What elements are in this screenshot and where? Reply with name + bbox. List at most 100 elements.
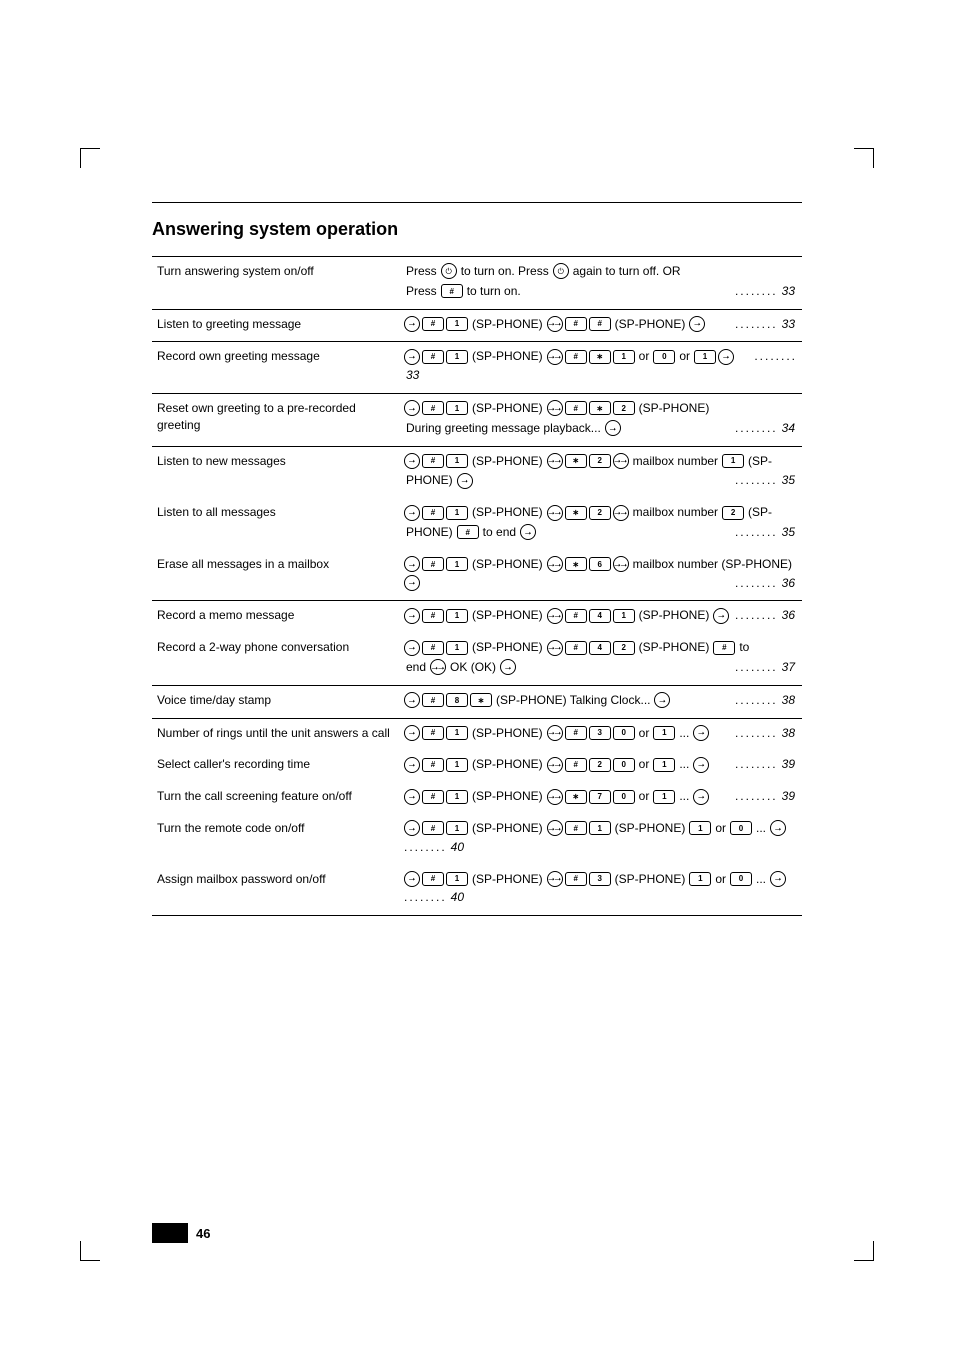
table-row: Reset own greeting to a pre-recorded gre… (152, 393, 802, 446)
key-1-icon: 1 (446, 758, 468, 772)
key-hash-icon: # (565, 758, 587, 772)
sequence-line: PHONE) ⭢........ 35 (404, 472, 797, 489)
text-fragment: (SP- (748, 453, 772, 470)
sequence-line: ⭢#1 (SP-PHONE) ⭢⭢## (SP-PHONE) ⭢........… (404, 316, 797, 333)
text-fragment: mailbox number (633, 504, 718, 521)
row-sequence: ⭢#1 (SP-PHONE) ⭢⭢#20 or 1 ... ⭢........ … (399, 750, 802, 782)
key-1-icon: 1 (694, 350, 716, 364)
key-hash-icon: # (565, 609, 587, 623)
text-fragment: (SP-PHONE) (472, 756, 543, 773)
arrow_r-circle-icon: ⭢ (404, 556, 420, 572)
arrows-circle-icon: ⭢⭢ (430, 659, 446, 675)
page-ref: 39 (782, 756, 795, 773)
crop-mark-top-left (80, 148, 100, 168)
arrow_r-circle-icon: ⭢ (404, 871, 420, 887)
text-fragment: (SP-PHONE) (472, 316, 543, 333)
sequence-line: ⭢#1 (SP-PHONE) ⭢⭢∗6⭢⭢ mailbox number (SP… (404, 556, 797, 592)
page-ref: 40 (451, 839, 464, 856)
arrows-circle-icon: ⭢⭢ (547, 820, 563, 836)
key-4-icon: 4 (589, 609, 611, 623)
table-row: Assign mailbox password on/off⭢#1 (SP-PH… (152, 865, 802, 916)
arrow_r-circle-icon: ⭢ (404, 820, 420, 836)
key-3-icon: 3 (589, 726, 611, 740)
text-fragment: (SP-PHONE) (639, 639, 710, 656)
page-ref: 39 (782, 788, 795, 805)
text-fragment: OK (OK) (450, 659, 496, 676)
page-ref: 33 (782, 283, 795, 300)
key-0-icon: 0 (613, 790, 635, 804)
key-7-icon: 7 (589, 790, 611, 804)
text-fragment: (SP- (748, 504, 772, 521)
sequence-line: ⭢#1 (SP-PHONE) ⭢⭢#20 or 1 ... ⭢........ … (404, 756, 797, 773)
key-hash-icon: # (589, 317, 611, 331)
text-fragment: (SP-PHONE) (472, 639, 543, 656)
key-str-icon: ∗ (589, 350, 611, 364)
page-ref: 35 (782, 524, 795, 541)
header-rule (152, 202, 802, 203)
sequence-line: PHONE) # to end ⭢........ 35 (404, 524, 797, 541)
page-ref-dots: ........ (735, 725, 778, 742)
row-label: Record own greeting message (152, 342, 399, 394)
key-1-icon: 1 (446, 557, 468, 571)
text-fragment: end (406, 659, 426, 676)
row-sequence: ⭢#1 (SP-PHONE) ⭢⭢#∗2 (SP-PHONE)During gr… (399, 393, 802, 446)
row-sequence: Press ⏻ to turn on. Press ⏻ again to tur… (399, 257, 802, 310)
key-str-icon: ∗ (565, 454, 587, 468)
arrow_r-circle-icon: ⭢ (693, 725, 709, 741)
arrows-circle-icon: ⭢⭢ (613, 556, 629, 572)
key-hash-icon: # (422, 758, 444, 772)
arrow_r-circle-icon: ⭢ (404, 316, 420, 332)
row-sequence: ⭢#1 (SP-PHONE) ⭢⭢## (SP-PHONE) ⭢........… (399, 309, 802, 342)
key-2-icon: 2 (722, 506, 744, 520)
text-fragment: PHONE) (406, 472, 453, 489)
arrows-circle-icon: ⭢⭢ (547, 400, 563, 416)
arrow_r-circle-icon: ⭢ (404, 608, 420, 624)
key-str-icon: ∗ (565, 557, 587, 571)
text-fragment: or (715, 871, 726, 888)
sequence-line: ⭢#1 (SP-PHONE) ⭢⭢#41 (SP-PHONE) ⭢.......… (404, 607, 797, 624)
key-hash-icon: # (422, 641, 444, 655)
table-row: Number of rings until the unit answers a… (152, 718, 802, 750)
table-row: Voice time/day stamp⭢#8∗ (SP-PHONE) Talk… (152, 685, 802, 718)
key-hash-icon: # (422, 454, 444, 468)
table-row: Record a 2-way phone conversation⭢#1 (SP… (152, 633, 802, 685)
text-fragment: (SP-PHONE) Talking Clock... (496, 692, 650, 709)
text-fragment: again to turn off. OR (573, 263, 681, 280)
text-fragment: (SP-PHONE) (472, 400, 543, 417)
sequence-line: ⭢#1 (SP-PHONE) ⭢⭢#42 (SP-PHONE) # to (404, 639, 797, 656)
key-1-icon: 1 (589, 821, 611, 835)
arrow_r-circle-icon: ⭢ (770, 871, 786, 887)
page-ref-dots: ........ (735, 316, 778, 333)
arrow_r-circle-icon: ⭢ (713, 608, 729, 624)
sequence-line: Press # to turn on......... 33 (404, 283, 797, 300)
key-0-icon: 0 (613, 758, 635, 772)
text-fragment: mailbox number (633, 453, 718, 470)
sequence-line: Press ⏻ to turn on. Press ⏻ again to tur… (404, 263, 797, 280)
row-sequence: ⭢#1 (SP-PHONE) ⭢⭢#∗1 or 0 or 1⭢........ … (399, 342, 802, 394)
key-hash-icon: # (565, 401, 587, 415)
row-sequence: ⭢#1 (SP-PHONE) ⭢⭢#42 (SP-PHONE) # toend … (399, 633, 802, 685)
key-hash-icon: # (713, 641, 735, 655)
page-ref-dots: ........ (735, 524, 778, 541)
page-number: 46 (196, 1226, 210, 1241)
arrow_r-circle-icon: ⭢ (457, 473, 473, 489)
key-hash-icon: # (565, 350, 587, 364)
arrows-circle-icon: ⭢⭢ (547, 505, 563, 521)
page-ref: 33 (782, 316, 795, 333)
arrow_r-circle-icon: ⭢ (404, 400, 420, 416)
arrow_r-circle-icon: ⭢ (404, 692, 420, 708)
key-1-icon: 1 (653, 758, 675, 772)
text-fragment: ... (756, 820, 766, 837)
page-ref: 35 (782, 472, 795, 489)
key-1-icon: 1 (446, 872, 468, 886)
text-fragment: to turn on. (467, 283, 521, 300)
arrow_r-circle-icon: ⭢ (520, 524, 536, 540)
row-label: Reset own greeting to a pre-recorded gre… (152, 393, 399, 446)
row-sequence: ⭢#1 (SP-PHONE) ⭢⭢#3 (SP-PHONE) 1 or 0 ..… (399, 865, 802, 916)
key-hash-icon: # (565, 726, 587, 740)
key-1-icon: 1 (613, 609, 635, 623)
key-str-icon: ∗ (565, 790, 587, 804)
key-hash-icon: # (422, 872, 444, 886)
key-0-icon: 0 (653, 350, 675, 364)
page-ref: 36 (782, 575, 795, 592)
